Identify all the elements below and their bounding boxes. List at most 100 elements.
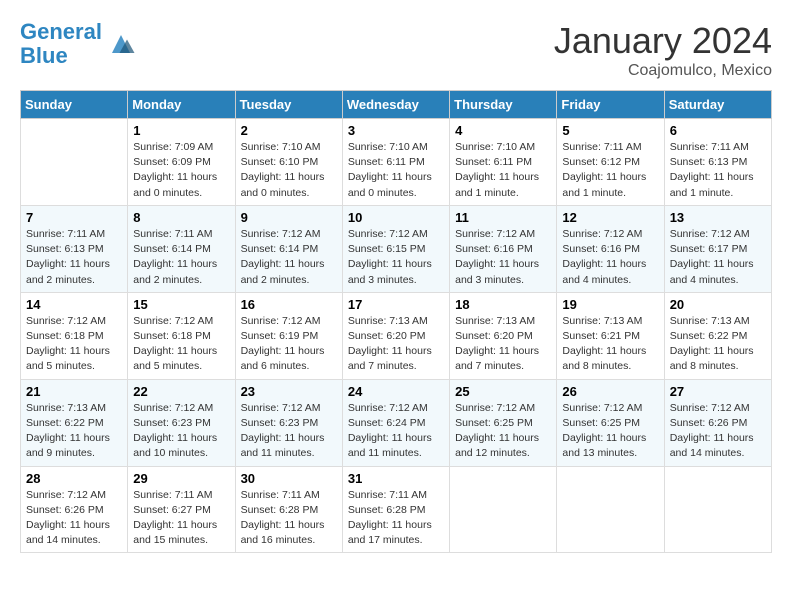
weekday-header: Monday — [128, 91, 235, 119]
day-info: Sunrise: 7:12 AMSunset: 6:14 PMDaylight:… — [241, 227, 337, 288]
day-info: Sunrise: 7:12 AMSunset: 6:24 PMDaylight:… — [348, 401, 444, 462]
day-number: 5 — [562, 123, 658, 138]
calendar-cell: 8Sunrise: 7:11 AMSunset: 6:14 PMDaylight… — [128, 205, 235, 292]
day-info: Sunrise: 7:11 AMSunset: 6:27 PMDaylight:… — [133, 488, 229, 549]
calendar-cell: 4Sunrise: 7:10 AMSunset: 6:11 PMDaylight… — [450, 119, 557, 206]
day-info: Sunrise: 7:11 AMSunset: 6:28 PMDaylight:… — [241, 488, 337, 549]
day-number: 30 — [241, 471, 337, 486]
day-number: 16 — [241, 297, 337, 312]
calendar-cell — [557, 466, 664, 553]
day-info: Sunrise: 7:12 AMSunset: 6:25 PMDaylight:… — [455, 401, 551, 462]
day-number: 25 — [455, 384, 551, 399]
calendar-cell: 15 Sunrise: 7:12 AMSunset: 6:18 PMDayligh… — [128, 292, 235, 379]
calendar-cell: 13 Sunrise: 7:12 AMSunset: 6:17 PMDayligh… — [664, 205, 771, 292]
day-info: Sunrise: 7:11 AMSunset: 6:13 PMDaylight:… — [670, 140, 766, 201]
day-info: Sunrise: 7:12 AMSunset: 6:18 PMDaylight:… — [133, 314, 229, 375]
day-number: 8 — [133, 210, 229, 225]
day-number: 9 — [241, 210, 337, 225]
calendar-cell: 6 Sunrise: 7:11 AMSunset: 6:13 PMDaylight… — [664, 119, 771, 206]
day-info: Sunrise: 7:10 AMSunset: 6:11 PMDaylight:… — [455, 140, 551, 201]
day-number: 29 — [133, 471, 229, 486]
calendar-cell — [664, 466, 771, 553]
day-number: 28 — [26, 471, 122, 486]
day-info: Sunrise: 7:12 AMSunset: 6:18 PMDaylight:… — [26, 314, 122, 375]
calendar-cell: 22Sunrise: 7:12 AMSunset: 6:23 PMDayligh… — [128, 379, 235, 466]
calendar-cell: 11 Sunrise: 7:12 AMSunset: 6:16 PMDayligh… — [450, 205, 557, 292]
calendar-cell: 21Sunrise: 7:13 AMSunset: 6:22 PMDayligh… — [21, 379, 128, 466]
day-number: 24 — [348, 384, 444, 399]
day-info: Sunrise: 7:11 AMSunset: 6:12 PMDaylight:… — [562, 140, 658, 201]
weekday-header: Tuesday — [235, 91, 342, 119]
day-number: 13 — [670, 210, 766, 225]
day-number: 17 — [348, 297, 444, 312]
day-number: 22 — [133, 384, 229, 399]
calendar-cell: 16Sunrise: 7:12 AMSunset: 6:19 PMDayligh… — [235, 292, 342, 379]
calendar-cell — [450, 466, 557, 553]
calendar-cell: 19Sunrise: 7:13 AMSunset: 6:21 PMDayligh… — [557, 292, 664, 379]
day-number: 26 — [562, 384, 658, 399]
day-info: Sunrise: 7:11 AMSunset: 6:28 PMDaylight:… — [348, 488, 444, 549]
day-info: Sunrise: 7:13 AMSunset: 6:22 PMDaylight:… — [26, 401, 122, 462]
day-number: 14 — [26, 297, 122, 312]
day-number: 27 — [670, 384, 766, 399]
month-title: January 2024 — [554, 20, 772, 62]
day-info: Sunrise: 7:12 AMSunset: 6:15 PMDaylight:… — [348, 227, 444, 288]
calendar-cell: 27 Sunrise: 7:12 AMSunset: 6:26 PMDayligh… — [664, 379, 771, 466]
day-info: Sunrise: 7:09 AMSunset: 6:09 PMDaylight:… — [133, 140, 229, 201]
day-number: 12 — [562, 210, 658, 225]
day-info: Sunrise: 7:12 AMSunset: 6:16 PMDaylight:… — [455, 227, 551, 288]
weekday-header: Friday — [557, 91, 664, 119]
day-info: Sunrise: 7:12 AMSunset: 6:16 PMDaylight:… — [562, 227, 658, 288]
day-info: Sunrise: 7:13 AMSunset: 6:21 PMDaylight:… — [562, 314, 658, 375]
weekday-header: Thursday — [450, 91, 557, 119]
calendar-cell — [21, 119, 128, 206]
day-info: Sunrise: 7:12 AMSunset: 6:26 PMDaylight:… — [26, 488, 122, 549]
day-number: 1 — [133, 123, 229, 138]
day-number: 3 — [348, 123, 444, 138]
day-info: Sunrise: 7:13 AMSunset: 6:20 PMDaylight:… — [348, 314, 444, 375]
calendar-cell: 7 Sunrise: 7:11 AMSunset: 6:13 PMDaylight… — [21, 205, 128, 292]
day-number: 15 — [133, 297, 229, 312]
logo: General Blue — [20, 20, 136, 68]
day-number: 18 — [455, 297, 551, 312]
calendar-cell: 12 Sunrise: 7:12 AMSunset: 6:16 PMDayligh… — [557, 205, 664, 292]
calendar-cell: 3 Sunrise: 7:10 AMSunset: 6:11 PMDaylight… — [342, 119, 449, 206]
calendar-cell: 5 Sunrise: 7:11 AMSunset: 6:12 PMDaylight… — [557, 119, 664, 206]
calendar-cell: 18Sunrise: 7:13 AMSunset: 6:20 PMDayligh… — [450, 292, 557, 379]
day-number: 10 — [348, 210, 444, 225]
calendar-cell: 24 Sunrise: 7:12 AMSunset: 6:24 PMDayligh… — [342, 379, 449, 466]
calendar-cell: 10 Sunrise: 7:12 AMSunset: 6:15 PMDayligh… — [342, 205, 449, 292]
calendar-cell: 17 Sunrise: 7:13 AMSunset: 6:20 PMDayligh… — [342, 292, 449, 379]
day-info: Sunrise: 7:11 AMSunset: 6:13 PMDaylight:… — [26, 227, 122, 288]
weekday-header: Sunday — [21, 91, 128, 119]
calendar-table: SundayMondayTuesdayWednesdayThursdayFrid… — [20, 90, 772, 553]
calendar-cell: 1 Sunrise: 7:09 AMSunset: 6:09 PMDaylight… — [128, 119, 235, 206]
calendar-cell: 29 Sunrise: 7:11 AMSunset: 6:27 PMDayligh… — [128, 466, 235, 553]
calendar-week-row: 7 Sunrise: 7:11 AMSunset: 6:13 PMDaylight… — [21, 205, 772, 292]
day-number: 7 — [26, 210, 122, 225]
logo-text: General Blue — [20, 20, 102, 68]
day-number: 11 — [455, 210, 551, 225]
day-info: Sunrise: 7:12 AMSunset: 6:17 PMDaylight:… — [670, 227, 766, 288]
calendar-cell: 9 Sunrise: 7:12 AMSunset: 6:14 PMDaylight… — [235, 205, 342, 292]
logo-icon — [106, 29, 136, 59]
weekday-header-row: SundayMondayTuesdayWednesdayThursdayFrid… — [21, 91, 772, 119]
day-info: Sunrise: 7:10 AMSunset: 6:11 PMDaylight:… — [348, 140, 444, 201]
calendar-cell: 26 Sunrise: 7:12 AMSunset: 6:25 PMDayligh… — [557, 379, 664, 466]
location: Coajomulco, Mexico — [554, 62, 772, 80]
calendar-cell: 14 Sunrise: 7:12 AMSunset: 6:18 PMDayligh… — [21, 292, 128, 379]
calendar-cell: 23Sunrise: 7:12 AMSunset: 6:23 PMDayligh… — [235, 379, 342, 466]
calendar-cell: 25 Sunrise: 7:12 AMSunset: 6:25 PMDayligh… — [450, 379, 557, 466]
day-info: Sunrise: 7:13 AMSunset: 6:22 PMDaylight:… — [670, 314, 766, 375]
day-info: Sunrise: 7:12 AMSunset: 6:26 PMDaylight:… — [670, 401, 766, 462]
day-info: Sunrise: 7:12 AMSunset: 6:25 PMDaylight:… — [562, 401, 658, 462]
calendar-week-row: 14 Sunrise: 7:12 AMSunset: 6:18 PMDayligh… — [21, 292, 772, 379]
calendar-week-row: 21Sunrise: 7:13 AMSunset: 6:22 PMDayligh… — [21, 379, 772, 466]
weekday-header: Saturday — [664, 91, 771, 119]
calendar-cell: 20Sunrise: 7:13 AMSunset: 6:22 PMDayligh… — [664, 292, 771, 379]
calendar-cell: 2Sunrise: 7:10 AMSunset: 6:10 PMDaylight… — [235, 119, 342, 206]
title-block: January 2024 Coajomulco, Mexico — [554, 20, 772, 80]
day-number: 6 — [670, 123, 766, 138]
weekday-header: Wednesday — [342, 91, 449, 119]
page-header: General Blue January 2024 Coajomulco, Me… — [20, 20, 772, 80]
